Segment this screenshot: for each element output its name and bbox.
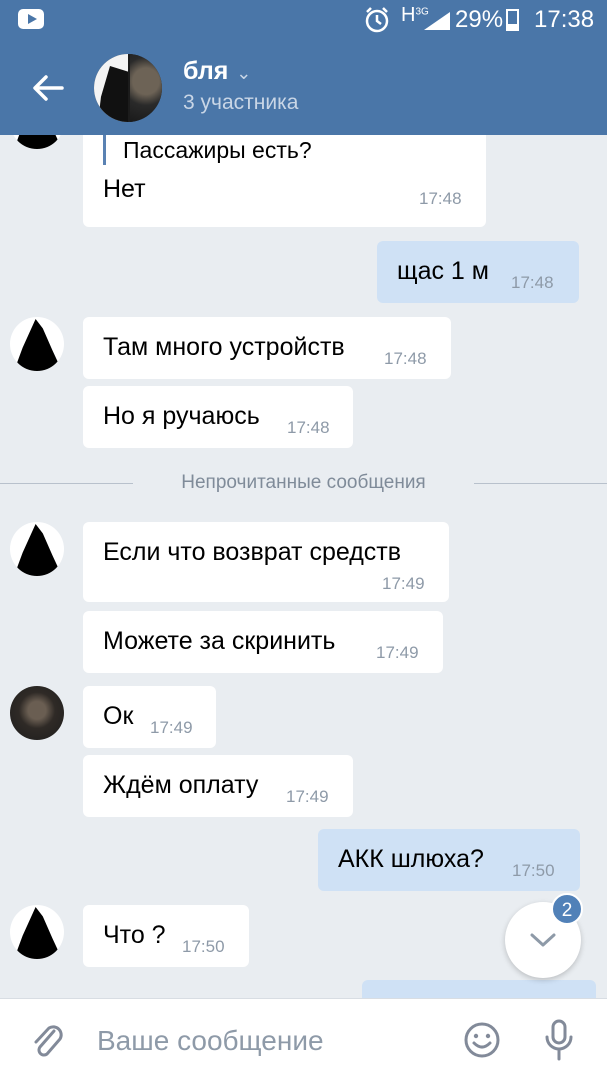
message-text: Ждём оплату (103, 771, 259, 799)
unread-count-badge: 2 (551, 893, 583, 925)
message-composer: Ваше сообщение (0, 998, 607, 1081)
message-text: Но я ручаюсь (103, 402, 260, 430)
sender-avatar[interactable] (10, 135, 64, 149)
sender-avatar[interactable] (10, 317, 64, 371)
battery-percent: 29% (455, 6, 504, 33)
battery-icon (506, 9, 519, 31)
microphone-icon[interactable] (544, 1019, 574, 1061)
message-text: Что ? (103, 921, 166, 949)
sender-avatar[interactable] (10, 522, 64, 576)
chevron-down-icon (530, 933, 556, 947)
message-time: 17:49 (376, 643, 419, 662)
status-bar: H3G 29% 17:38 (0, 0, 607, 40)
quote-bar (103, 135, 106, 165)
message-time: 17:50 (182, 937, 225, 956)
chat-avatar[interactable] (94, 54, 162, 122)
message-time: 17:49 (150, 718, 193, 737)
message-bubble-outgoing[interactable]: АКК шлюха? 17:50 (318, 829, 580, 891)
message-bubble[interactable]: Можете за скринить 17:49 (83, 611, 443, 673)
message-time: 17:48 (511, 273, 554, 292)
sender-avatar[interactable] (10, 905, 64, 959)
message-bubble[interactable]: Там много устройств 17:48 (83, 317, 451, 379)
message-time: 17:50 (512, 861, 555, 880)
message-text: Ок (103, 702, 134, 730)
message-text: Там много устройств (103, 333, 345, 361)
message-input[interactable]: Ваше сообщение (97, 1025, 324, 1057)
message-text: АКК шлюха? (338, 845, 484, 873)
clock: 17:38 (534, 6, 595, 33)
alarm-icon (365, 7, 389, 33)
message-bubble[interactable]: Но я ручаюсь 17:48 (83, 386, 353, 448)
chat-header: бля ⌄ 3 участника (0, 40, 607, 135)
message-time: 17:48 (384, 349, 427, 368)
message-bubble[interactable]: Ок 17:49 (83, 686, 216, 748)
message-time: 17:49 (286, 787, 329, 806)
paperclip-icon[interactable] (30, 1021, 66, 1061)
message-bubble[interactable]: Если что возврат средств 17:49 (83, 522, 449, 602)
arrow-left-icon[interactable] (28, 70, 68, 106)
message-time: 17:49 (382, 574, 425, 593)
message-bubble-outgoing[interactable]: щас 1 м 17:48 (377, 241, 579, 303)
smiley-icon[interactable] (463, 1021, 501, 1059)
message-text: Если что возврат средств (103, 538, 402, 566)
message-list[interactable]: Пассажиры есть? Нет 17:48 щас 1 м 17:48 … (0, 135, 607, 1000)
message-text: Нет (103, 175, 146, 203)
youtube-notification-icon (18, 9, 44, 29)
chat-title[interactable]: бля ⌄ (183, 57, 251, 86)
message-time: 17:48 (287, 418, 330, 437)
signal-icon (424, 12, 450, 30)
message-bubble-outgoing[interactable] (362, 980, 596, 1000)
message-bubble[interactable]: Пассажиры есть? Нет 17:48 (83, 135, 486, 227)
chevron-down-icon[interactable]: ⌄ (236, 63, 251, 83)
participants-count: 3 участника (183, 91, 299, 114)
message-text: щас 1 м (397, 257, 489, 285)
sender-avatar[interactable] (10, 686, 64, 740)
quoted-text: Пассажиры есть? (123, 137, 312, 163)
message-time: 17:48 (419, 189, 462, 208)
unread-divider: Непрочитанные сообщения (181, 472, 426, 493)
message-bubble[interactable]: Ждём оплату 17:49 (83, 755, 353, 817)
message-text: Можете за скринить (103, 627, 336, 655)
message-bubble[interactable]: Что ? 17:50 (83, 905, 249, 967)
